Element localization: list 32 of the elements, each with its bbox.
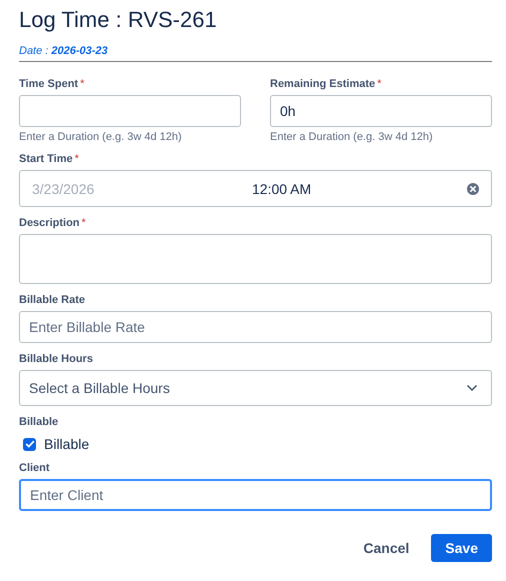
required-mark: * xyxy=(82,216,86,230)
text-area[interactable] xyxy=(19,234,492,284)
input-field[interactable]: Enter Client xyxy=(19,479,492,511)
cancel-button[interactable]: Cancel xyxy=(351,534,422,562)
input-field[interactable] xyxy=(19,95,241,127)
datetime-field[interactable]: 3/23/2026 12:00 AM xyxy=(19,170,492,207)
input-field[interactable]: Enter Billable Rate xyxy=(19,311,492,343)
clear-icon xyxy=(467,182,479,194)
date-text: 3/23/2026 xyxy=(32,180,96,196)
time-text: 12:00 AM xyxy=(252,180,312,196)
field-label: Billable xyxy=(19,415,58,429)
checkbox-label: Billable xyxy=(44,436,90,452)
help-text: Enter a Duration (e.g. 3w 4d 12h) xyxy=(19,131,183,143)
required-mark: * xyxy=(80,77,84,91)
help-text: Enter a Duration (e.g. 3w 4d 12h) xyxy=(270,131,434,143)
field-label: Client xyxy=(19,461,50,475)
checkbox[interactable] xyxy=(23,438,36,450)
dialog-title: Log Time : RVS-261 xyxy=(19,6,218,34)
select-field[interactable]: Select a Billable Hours xyxy=(19,370,492,406)
save-button[interactable]: Save xyxy=(431,534,492,562)
input-field[interactable]: 0h xyxy=(270,95,492,127)
field-label: Description xyxy=(19,216,80,230)
field-label: Start Time xyxy=(19,152,73,166)
required-mark: * xyxy=(74,152,79,166)
field-label: Remaining Estimate xyxy=(270,77,376,91)
field-label: Billable Rate xyxy=(19,293,86,307)
required-mark: * xyxy=(377,77,382,91)
field-label: Time Spent xyxy=(19,77,78,91)
chevron-down-icon xyxy=(466,384,478,392)
field-label: Billable Hours xyxy=(19,352,93,366)
date-label: Date : xyxy=(19,45,48,57)
date-value: 2026-03-23 xyxy=(51,45,108,57)
